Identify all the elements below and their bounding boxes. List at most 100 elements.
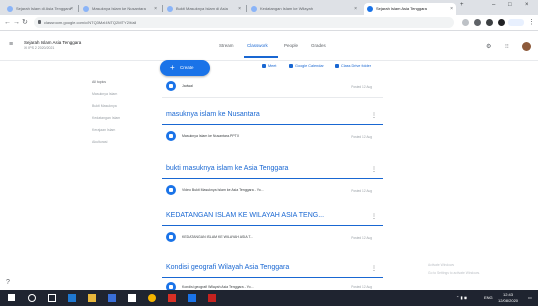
address-text: classroom.google.com/c/NTQ3MzI4NTQ2MTY2/… [44, 20, 137, 25]
search-icon[interactable] [28, 294, 36, 302]
maximize-icon[interactable]: □ [508, 2, 512, 8]
store-icon[interactable] [108, 294, 116, 302]
topic-item[interactable]: Kerajaan Islam [92, 128, 115, 132]
activate-windows-title: Activate Windows [428, 263, 455, 267]
account-chip[interactable] [508, 19, 524, 26]
reload-icon[interactable]: ↻ [22, 18, 28, 27]
mail-icon[interactable] [128, 294, 136, 302]
header-divider [0, 60, 538, 61]
close-icon[interactable]: × [450, 3, 453, 15]
lock-icon [38, 20, 41, 24]
material-title[interactable]: Kondisi geografi Wilayah Asia Tenggara -… [182, 285, 302, 289]
meet-icon [262, 64, 266, 68]
course-title[interactable]: Sejarah Islam Asia Tenggara [24, 40, 81, 45]
browser-tab-2[interactable]: Masuknya Islam ke Nusantara × [80, 3, 160, 15]
material-icon [166, 185, 176, 195]
topic-section-title[interactable]: bukti masuknya islam ke Asia Tenggara [166, 165, 288, 172]
menu-kebab-icon[interactable]: ⋮ [528, 18, 535, 27]
topic-item[interactable]: All topics [92, 80, 106, 84]
plus-icon: + [170, 63, 175, 72]
file-explorer-icon[interactable] [88, 294, 96, 302]
material-title[interactable]: Jadwal [182, 84, 302, 88]
extension-icon[interactable] [486, 19, 493, 26]
browser-tab-4[interactable]: Kedatangan Islam ke Wilayah × [248, 3, 360, 15]
avatar[interactable] [522, 42, 531, 51]
drive-folder-link[interactable]: Class Drive folder [335, 64, 371, 68]
tab-favicon-icon [83, 6, 89, 12]
tab-people[interactable]: People [284, 43, 298, 48]
close-icon[interactable]: × [354, 3, 357, 15]
chrome-icon[interactable] [148, 294, 156, 302]
more-options-icon[interactable]: ⋮ [371, 266, 377, 272]
material-title[interactable]: Video Bukti Masuknya Islam ke Asia Tengg… [182, 188, 302, 192]
activate-windows-subtitle: Go to Settings to activate Windows. [428, 271, 481, 275]
material-date: Posted 12 Aug [351, 285, 372, 289]
profile-icon[interactable] [498, 19, 505, 26]
close-window-icon[interactable]: × [525, 2, 529, 8]
topic-section-title[interactable]: Kondisi geografi Wilayah Asia Tenggara [166, 264, 289, 271]
row-divider [162, 97, 383, 98]
browser-tab-5-active[interactable]: Sejarah Islam Asia Tenggara × [364, 3, 456, 15]
notifications-icon[interactable]: ▭ [528, 295, 532, 300]
settings-gear-icon[interactable]: ⚙ [486, 43, 491, 50]
hamburger-menu-icon[interactable]: ≡ [9, 41, 13, 48]
section-divider [162, 178, 383, 179]
topic-item[interactable]: Kedatangan Islam [92, 116, 120, 120]
more-options-icon[interactable]: ⋮ [371, 214, 377, 220]
material-title[interactable]: Masuknya Islam ke Nusantara.PPTX [182, 134, 302, 138]
windows-taskbar: ⌃ ▮ ◉ ENG 12:43 12/08/2020 ▭ [0, 290, 538, 306]
tab-favicon-icon [367, 6, 373, 12]
minimize-icon[interactable]: – [492, 2, 495, 8]
more-options-icon[interactable]: ⋮ [371, 113, 377, 119]
app-icon[interactable] [208, 294, 216, 302]
tab-favicon-icon [167, 6, 173, 12]
tab-favicon-icon [7, 6, 13, 12]
topic-section-title[interactable]: masuknya islam ke Nusantara [166, 111, 260, 118]
section-divider [162, 225, 383, 226]
material-date: Posted 12 Aug [351, 85, 372, 89]
clock-date[interactable]: 12/08/2020 [498, 298, 518, 303]
forward-icon[interactable]: → [13, 18, 20, 27]
meet-link[interactable]: Meet [262, 64, 276, 68]
tab-classwork[interactable]: Classwork [247, 43, 268, 48]
topic-item[interactable]: Bukti Masuknya [92, 104, 117, 108]
tab-stream[interactable]: Stream [219, 43, 234, 48]
app-icon[interactable] [168, 294, 176, 302]
browser-tab-1[interactable]: Sejarah Islam di Asia Tenggara × [4, 3, 76, 15]
edge-icon[interactable] [68, 294, 76, 302]
create-button[interactable]: + Create [160, 60, 210, 76]
close-icon[interactable]: × [70, 3, 73, 15]
material-date: Posted 12 Aug [351, 236, 372, 240]
calendar-link[interactable]: Google Calendar [289, 64, 324, 68]
help-icon[interactable]: ? [6, 279, 14, 287]
address-bar[interactable]: classroom.google.com/c/NTQ3MzI4NTQ2MTY2/… [34, 17, 454, 28]
course-subtitle: XI IPS 2 2020/2021 [24, 46, 55, 50]
material-icon [166, 81, 176, 91]
more-options-icon[interactable]: ⋮ [371, 167, 377, 173]
language-indicator[interactable]: ENG [484, 295, 493, 300]
close-icon[interactable]: × [238, 3, 241, 15]
browser-tab-strip: Sejarah Islam di Asia Tenggara × Masuknya… [0, 0, 538, 15]
classroom-header: ≡ Sejarah Islam Asia Tenggara XI IPS 2 2… [0, 31, 538, 60]
app-icon[interactable] [188, 294, 196, 302]
section-divider [162, 124, 383, 125]
task-view-icon[interactable] [48, 294, 56, 302]
tray-icons[interactable]: ⌃ ▮ ◉ [456, 295, 467, 300]
apps-grid-icon[interactable]: ⁝⁝ [505, 43, 509, 50]
topic-item[interactable]: Akulturasi [92, 140, 107, 144]
browser-tab-3[interactable]: Bukti Masuknya Islam di Asia × [164, 3, 244, 15]
star-icon[interactable] [462, 19, 469, 26]
clock-time[interactable]: 12:43 [503, 292, 513, 297]
extension-icon[interactable] [474, 19, 481, 26]
topic-section-title[interactable]: KEDATANGAN ISLAM KE WILAYAH ASIA TENG... [166, 212, 324, 219]
back-icon[interactable]: ← [4, 18, 11, 27]
topic-item[interactable]: Masuknya Islam [92, 92, 117, 96]
tab-grades[interactable]: Grades [311, 43, 326, 48]
calendar-icon [289, 64, 293, 68]
material-title[interactable]: KEDATANGAN ISLAM KE WILAYAH ASIA T... [182, 235, 302, 239]
close-icon[interactable]: × [154, 3, 157, 15]
windows-start-icon[interactable] [8, 294, 15, 301]
material-icon [166, 131, 176, 141]
new-tab-icon[interactable]: + [460, 2, 464, 8]
material-icon [166, 232, 176, 242]
